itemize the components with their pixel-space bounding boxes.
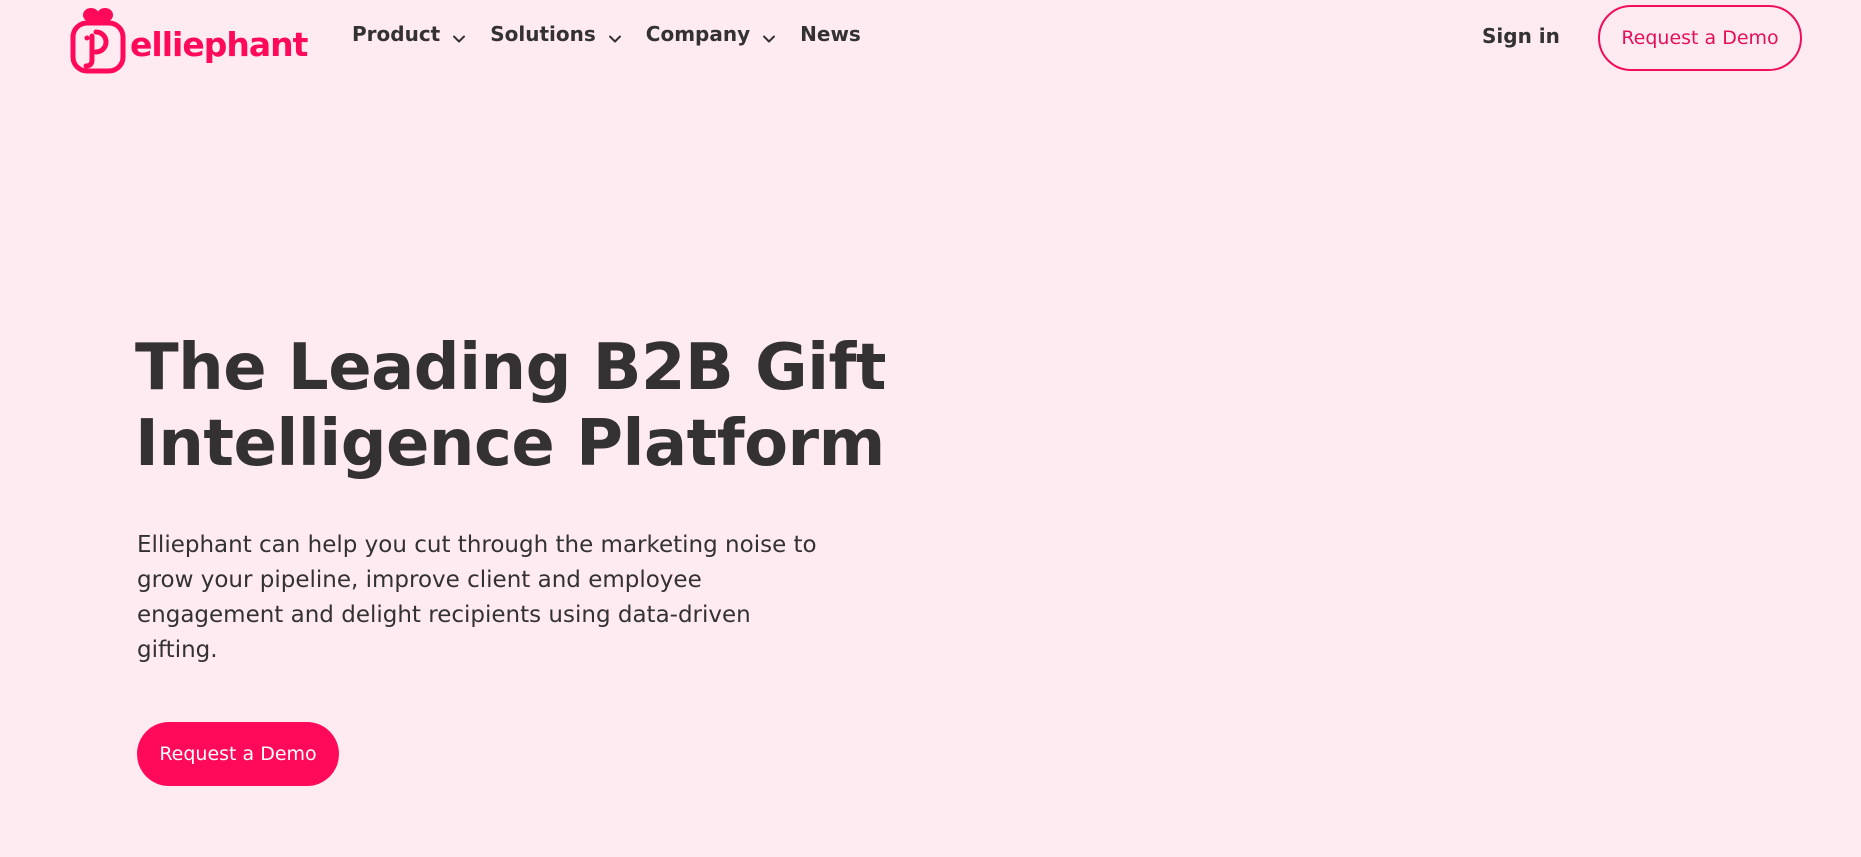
nav-item-label: Product xyxy=(352,22,441,46)
request-demo-header-button[interactable]: Request a Demo xyxy=(1598,5,1802,71)
main-nav: Product Solutions Company News xyxy=(352,22,885,46)
chevron-down-icon xyxy=(608,27,622,43)
hero-title: The Leading B2B Gift Intelligence Platfo… xyxy=(135,330,895,482)
logo[interactable]: elliephant xyxy=(70,6,308,74)
page: elliephant Product Solutions Company New… xyxy=(0,0,1861,857)
nav-item-label: News xyxy=(800,22,861,46)
nav-item-label: Company xyxy=(645,22,751,46)
request-demo-hero-button[interactable]: Request a Demo xyxy=(137,722,339,786)
nav-item-label: Solutions xyxy=(490,22,596,46)
site-header: elliephant Product Solutions Company New… xyxy=(0,0,1861,76)
sign-in-link[interactable]: Sign in xyxy=(1482,24,1560,48)
chevron-down-icon xyxy=(762,27,776,43)
hero-description: Elliephant can help you cut through the … xyxy=(137,532,817,663)
nav-item-product[interactable]: Product xyxy=(352,22,466,46)
elephant-logo-icon xyxy=(70,6,126,74)
hero-title-line-2: Intelligence Platform xyxy=(135,407,885,481)
logo-wordmark: elliephant xyxy=(130,24,308,64)
hero-title-line-1: The Leading B2B Gift xyxy=(135,331,886,405)
chevron-down-icon xyxy=(452,27,466,43)
nav-item-company[interactable]: Company xyxy=(646,22,776,46)
nav-item-news[interactable]: News xyxy=(800,22,861,46)
nav-item-solutions[interactable]: Solutions xyxy=(490,22,622,46)
